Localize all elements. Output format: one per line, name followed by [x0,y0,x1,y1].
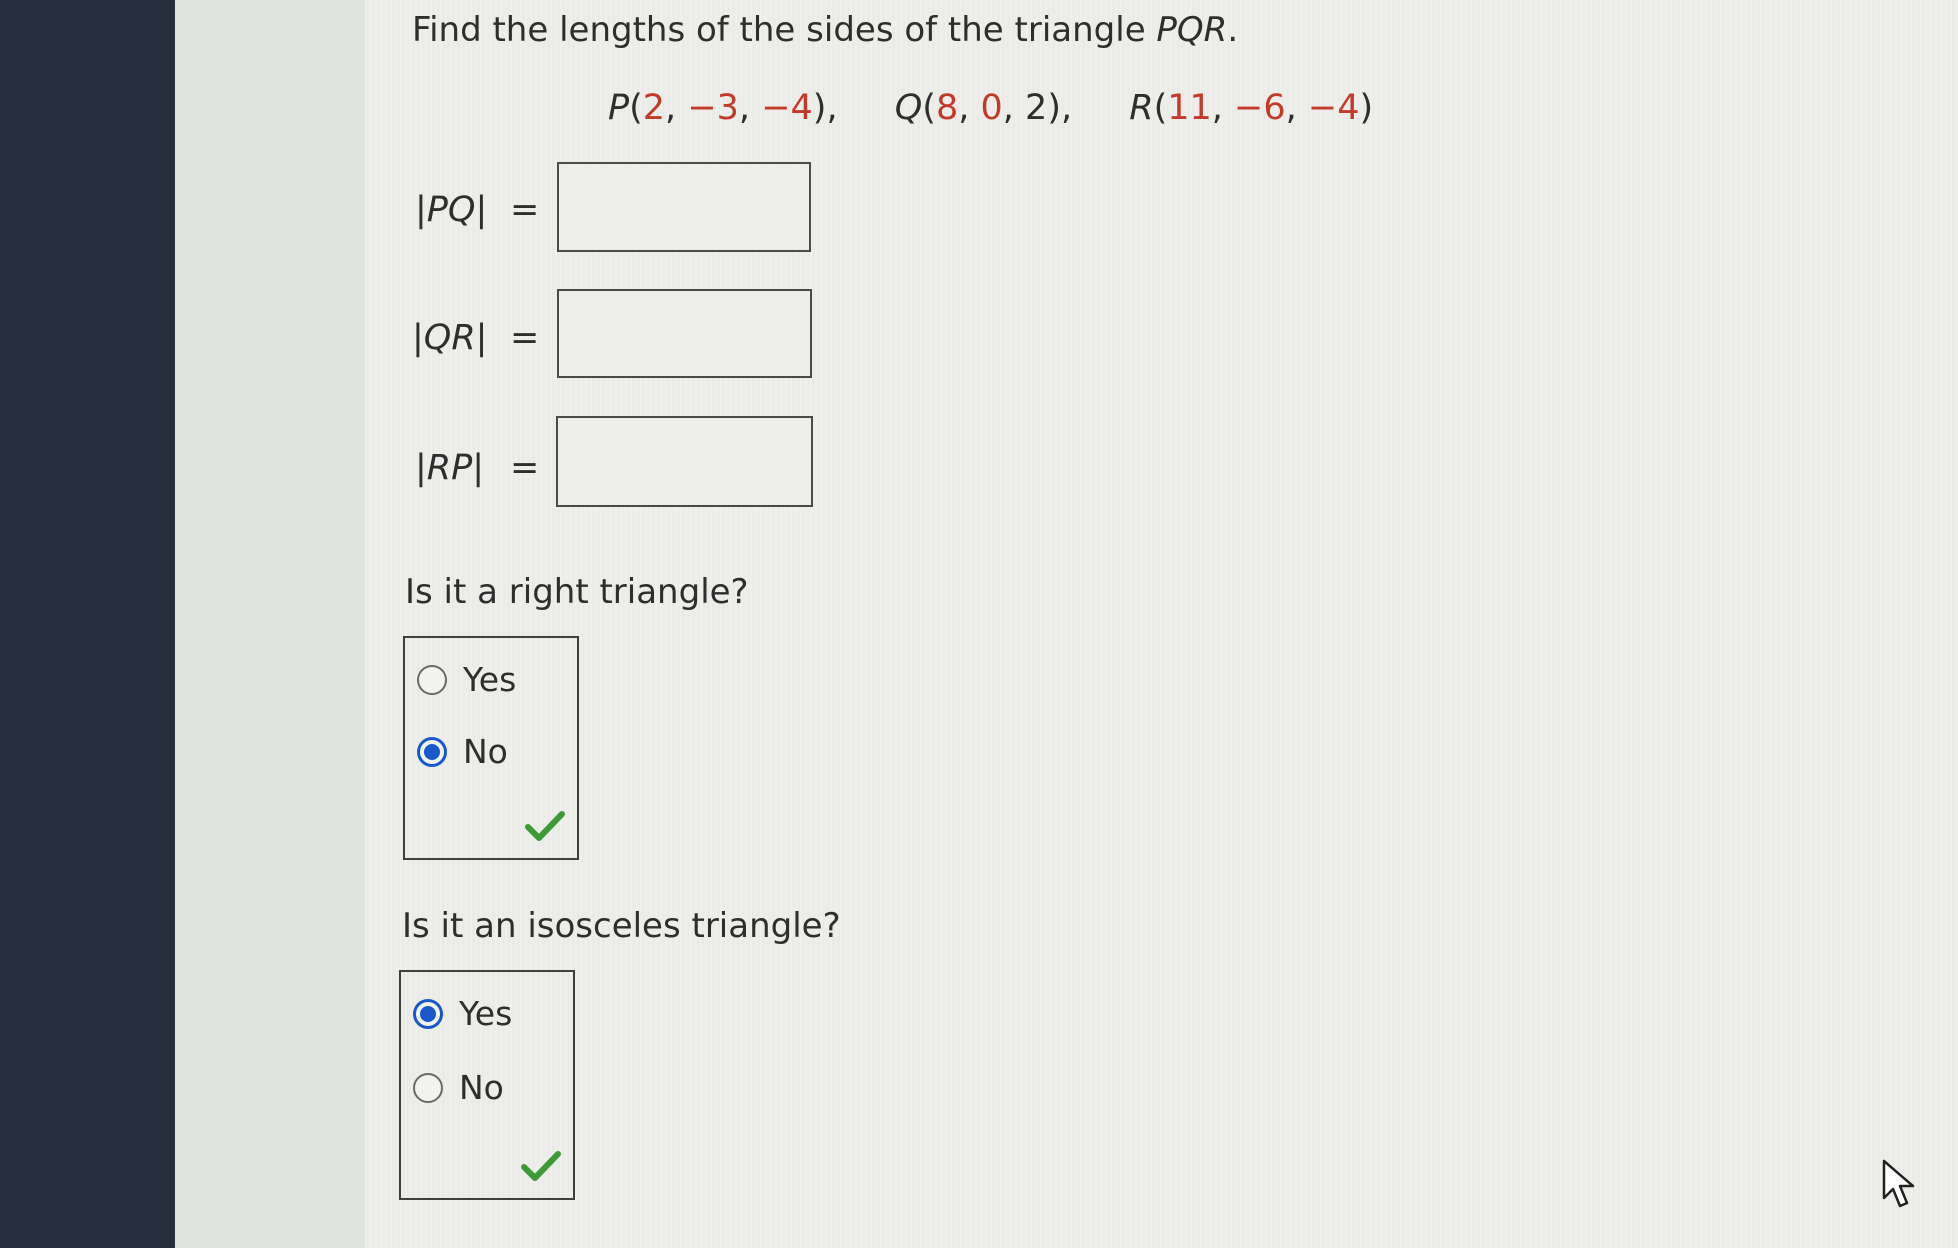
point-q: Q(8, 0, 2), [894,88,1073,128]
point-p: P(2, −3, −4), [608,88,838,128]
qr-answer-input[interactable] [557,289,812,378]
rp-answer-input[interactable] [556,416,813,507]
point-r: R(11, −6, −4) [1129,88,1374,128]
radio-icon[interactable] [417,736,447,767]
right-option-no[interactable]: No [417,732,508,771]
radio-icon[interactable] [417,664,447,695]
right-triangle-options: Yes No [403,636,579,860]
checkmark-icon [525,811,565,841]
pq-label: |PQ| [415,190,488,230]
left-dark-sidebar [0,0,175,1248]
qr-equals: = [510,318,540,358]
checkmark-icon [521,1151,561,1181]
points-list: P(2, −3, −4), Q(8, 0, 2), R(11, −6, −4) [608,88,1373,128]
isosceles-option-no[interactable]: No [413,1068,504,1107]
right-triangle-heading: Is it a right triangle? [405,572,749,612]
qr-label: |QR| [412,318,488,358]
isosceles-option-yes[interactable]: Yes [413,994,512,1033]
left-panel [175,0,365,1248]
radio-icon[interactable] [413,1072,443,1103]
right-option-yes[interactable]: Yes [417,660,516,699]
pq-answer-input[interactable] [557,162,811,252]
rp-label: |RP| [415,448,485,488]
isosceles-options: Yes No [399,970,575,1200]
triangle-name: PQR [1156,10,1228,50]
cursor-icon [1882,1159,1915,1208]
pq-equals: = [510,190,540,230]
radio-icon[interactable] [413,998,443,1029]
question-text: Find the lengths of the sides of the tri… [412,10,1239,50]
rp-equals: = [510,448,540,488]
isosceles-heading: Is it an isosceles triangle? [402,906,841,946]
